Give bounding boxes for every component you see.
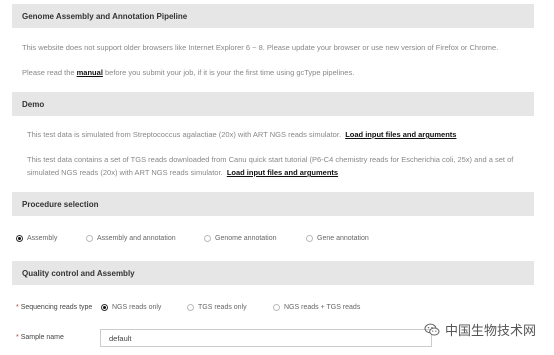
demo-item-1: This test data is simulated from Strepto… bbox=[27, 130, 456, 139]
watermark-text: 中国生物技术网 bbox=[444, 324, 536, 339]
reads-option-tgs[interactable]: TGS reads only bbox=[187, 304, 247, 311]
pipeline-header: Genome Assembly and Annotation Pipeline bbox=[12, 4, 534, 28]
required-mark: * bbox=[16, 304, 19, 311]
reads-type-label: * Sequencing reads type bbox=[16, 304, 92, 311]
browser-notice: This website does not support older brow… bbox=[22, 43, 499, 52]
demo-item-2-text: simulated NGS reads (20x) with ART NGS r… bbox=[27, 168, 223, 177]
procedure-option-label: Assembly bbox=[27, 235, 58, 242]
manual-notice: Please read the manual before you submit… bbox=[22, 68, 354, 77]
procedure-option-gene-annotation[interactable]: Gene annotation bbox=[306, 235, 369, 242]
required-mark: * bbox=[16, 334, 19, 341]
qc-title: Quality control and Assembly bbox=[22, 268, 135, 278]
demo-item-2-line-1: This test data contains a set of TGS rea… bbox=[27, 155, 514, 164]
procedure-option-label: Gene annotation bbox=[317, 235, 369, 242]
sample-name-label: * Sample name bbox=[16, 334, 64, 341]
procedure-option-assembly-annotation[interactable]: Assembly and annotation bbox=[86, 235, 176, 242]
reads-option-ngs-tgs[interactable]: NGS reads + TGS reads bbox=[273, 304, 360, 311]
procedure-option-genome-annotation[interactable]: Genome annotation bbox=[204, 235, 277, 242]
reads-type-label-text: Sequencing reads type bbox=[20, 304, 93, 311]
procedure-option-assembly[interactable]: Assembly bbox=[16, 235, 57, 242]
reads-option-label: TGS reads only bbox=[198, 304, 247, 311]
procedure-option-label: Assembly and annotation bbox=[97, 235, 176, 242]
radio-genome-annotation[interactable] bbox=[204, 235, 211, 242]
demo-title: Demo bbox=[22, 99, 45, 109]
demo-item-1-load-link[interactable]: Load input files and arguments bbox=[345, 130, 456, 139]
demo-header: Demo bbox=[12, 92, 534, 116]
radio-ngs-tgs[interactable] bbox=[273, 304, 280, 311]
sample-name-label-text: Sample name bbox=[20, 334, 64, 341]
sample-name-input[interactable]: default bbox=[100, 329, 432, 347]
sample-name-value: default bbox=[109, 333, 132, 343]
wechat-icon bbox=[424, 323, 440, 336]
manual-suffix: before you submit your job, if it is you… bbox=[105, 68, 355, 77]
demo-item-2-line-2: simulated NGS reads (20x) with ART NGS r… bbox=[27, 168, 338, 177]
reads-option-label: NGS reads only bbox=[112, 304, 162, 311]
watermark: 中国生物技术网 bbox=[424, 320, 536, 339]
demo-item-2-load-link[interactable]: Load input files and arguments bbox=[227, 168, 338, 177]
radio-gene-annotation[interactable] bbox=[306, 235, 313, 242]
procedure-title: Procedure selection bbox=[22, 199, 99, 209]
radio-assembly[interactable] bbox=[16, 235, 23, 242]
radio-tgs[interactable] bbox=[187, 304, 194, 311]
manual-prefix: Please read the bbox=[22, 68, 75, 77]
radio-ngs[interactable] bbox=[101, 304, 108, 311]
manual-link[interactable]: manual bbox=[77, 68, 103, 77]
procedure-option-label: Genome annotation bbox=[215, 235, 277, 242]
qc-header: Quality control and Assembly bbox=[12, 261, 534, 285]
demo-item-1-text: This test data is simulated from Strepto… bbox=[27, 130, 342, 139]
reads-option-ngs[interactable]: NGS reads only bbox=[101, 304, 161, 311]
pipeline-title: Genome Assembly and Annotation Pipeline bbox=[22, 11, 188, 21]
radio-assembly-annotation[interactable] bbox=[86, 235, 93, 242]
procedure-header: Procedure selection bbox=[12, 192, 534, 216]
reads-option-label: NGS reads + TGS reads bbox=[284, 304, 361, 311]
